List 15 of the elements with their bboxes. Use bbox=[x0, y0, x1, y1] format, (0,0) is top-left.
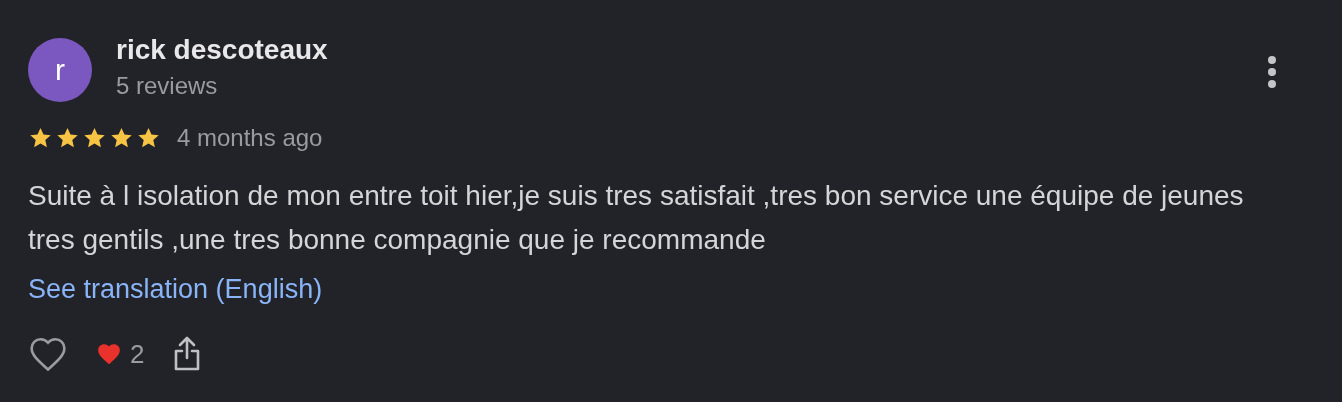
author-name: rick descoteaux bbox=[116, 34, 328, 66]
review-count: 5 reviews bbox=[116, 72, 219, 100]
like-button[interactable] bbox=[28, 336, 68, 372]
heart-icon bbox=[96, 342, 122, 366]
filled-star-icon bbox=[55, 126, 80, 150]
filled-star-icon bbox=[136, 126, 161, 150]
filled-star-icon bbox=[28, 126, 53, 150]
translation-link[interactable]: See translation (English) bbox=[28, 274, 323, 305]
more-options-button[interactable] bbox=[1268, 56, 1276, 88]
reaction-button[interactable]: 2 bbox=[96, 338, 145, 370]
review-text: Suite à l isolation de mon entre toit hier,je suis tres satisfait ,tres bon service une équipe de jeunes tres gentils ,une tres bonne compagnie que je recommande bbox=[28, 179, 1245, 257]
review-time: 4 months ago bbox=[177, 124, 323, 152]
filled-star-icon bbox=[109, 126, 134, 150]
filled-star-icon bbox=[82, 126, 107, 150]
avatar: r bbox=[28, 38, 92, 102]
